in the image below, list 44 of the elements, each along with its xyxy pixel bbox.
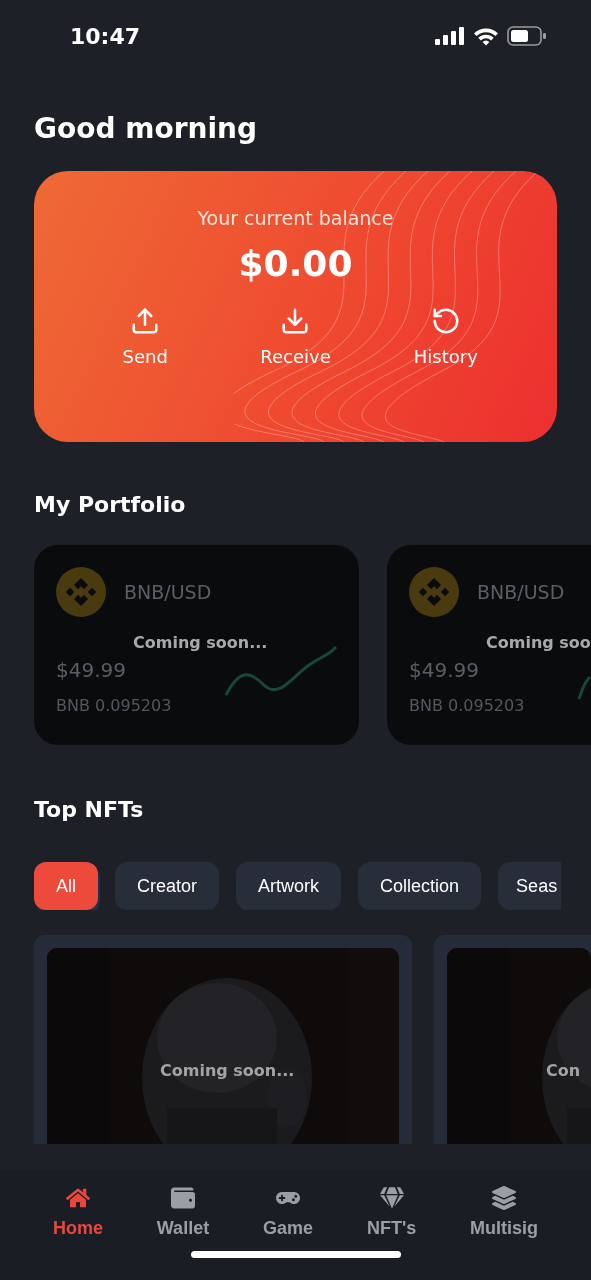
- nav-tab[interactable]: Game: [263, 1186, 314, 1239]
- filter-chip[interactable]: Collection: [358, 862, 482, 910]
- upload-icon: [130, 306, 161, 336]
- price-text: $49.99: [409, 658, 479, 682]
- diamond-icon: [379, 1186, 404, 1210]
- price-text: $49.99: [56, 658, 126, 682]
- filter-chip[interactable]: Creator: [115, 862, 220, 910]
- wifi-icon: [473, 26, 499, 46]
- greeting-title: Good morning: [34, 112, 257, 145]
- pair-label: BNB/USD: [124, 581, 212, 603]
- holding-text: BNB 0.095203: [409, 696, 525, 715]
- coming-soon-label: Coming soo: [486, 633, 591, 652]
- nav-tab[interactable]: NFT's: [366, 1186, 417, 1239]
- portfolio-card[interactable]: BNB/USD Coming soon... $49.99 BNB 0.095203: [34, 545, 359, 745]
- holding-text: BNB 0.095203: [56, 696, 172, 715]
- coin-icon: [409, 567, 459, 617]
- nft-card[interactable]: Con: [434, 935, 591, 1144]
- filter-chip[interactable]: All: [34, 862, 98, 910]
- download-icon: [280, 306, 311, 336]
- filter-chip[interactable]: Seas: [498, 862, 562, 910]
- balance-action-button[interactable]: Send: [90, 306, 201, 367]
- balance-action-button[interactable]: History: [390, 306, 501, 367]
- nft-card[interactable]: Coming soon...: [34, 935, 412, 1144]
- battery-icon: [507, 26, 547, 46]
- home-icon: [65, 1186, 90, 1210]
- section-title: My Portfolio: [34, 492, 187, 517]
- coming-soon-label: Coming soon...: [133, 633, 268, 652]
- balance-label: Your current balance: [197, 207, 394, 229]
- nav-tab[interactable]: Multisig: [470, 1186, 539, 1239]
- portfolio-card[interactable]: BNB/USD Coming soo $49.99 BNB 0.095203: [387, 545, 591, 745]
- nav-tab[interactable]: Home: [52, 1186, 103, 1239]
- coming-soon-label: Coming soon...: [160, 1061, 295, 1080]
- status-time: 10:47: [70, 23, 141, 49]
- coin-icon: [56, 567, 106, 617]
- pair-label: BNB/USD: [477, 581, 565, 603]
- filter-chip[interactable]: Artwork: [236, 862, 342, 910]
- nav-tab[interactable]: Wallet: [156, 1186, 210, 1239]
- signal-icon: [435, 27, 465, 45]
- section-title: Top NFTs: [34, 797, 145, 822]
- wallet-icon: [170, 1186, 195, 1210]
- coming-soon-label: Con: [546, 1061, 581, 1080]
- layers-icon: [492, 1186, 517, 1210]
- balance-amount: $0.00: [238, 243, 353, 284]
- balance-action-button[interactable]: Receive: [240, 306, 351, 367]
